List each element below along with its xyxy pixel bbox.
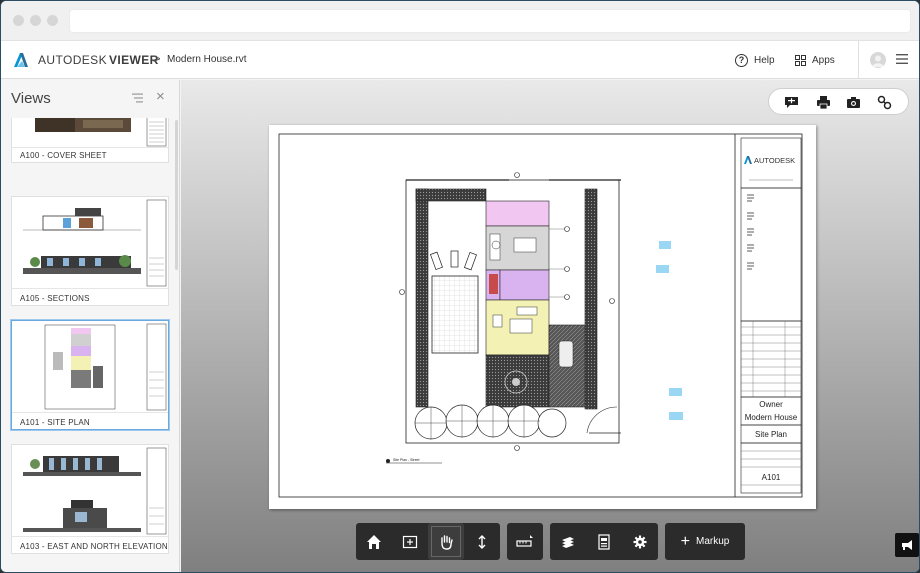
settings-button[interactable] [622,523,658,560]
user-icon [872,55,884,67]
apps-grid-icon [795,54,806,66]
app-window: AUTODESK VIEWER > Modern House.rvt ? Help… [0,0,920,573]
viewer-canvas[interactable]: Site Plan - Street AUTODESK Owner Modern… [181,80,919,572]
layers-icon [562,536,574,548]
view-thumbnail-list: A100 - COVER SHEET A105 - SECTIONS A101 … [1,118,180,572]
feedback-button[interactable] [895,533,919,557]
view-thumbnail [13,198,167,288]
views-title: Views [11,90,51,107]
address-bar[interactable] [69,9,911,33]
measure-button[interactable] [507,523,543,560]
brand-suffix: VIEWER [109,53,159,67]
measure-toolbar [507,523,543,560]
plus-icon: + [680,532,690,550]
navigation-toolbar [356,523,500,560]
camera-icon[interactable] [846,95,861,110]
sidebar-scrollbar[interactable] [175,120,178,270]
plan-caption: Site Plan - Street [393,458,419,462]
view-item-sections[interactable]: A105 - SECTIONS [11,196,169,306]
view-thumbnail [13,118,167,148]
comment-icon[interactable] [784,95,799,110]
fit-view-button[interactable] [392,523,428,560]
window-close-dot[interactable] [13,15,24,26]
hamburger-icon[interactable] [896,53,908,65]
view-thumbnail [13,446,167,536]
apps-label: Apps [812,54,835,66]
layers-button[interactable] [550,523,586,560]
pan-icon [441,534,453,550]
help-label: Help [754,54,775,66]
autodesk-logo [14,53,28,67]
title-block-company: AUTODESK [754,156,795,165]
apps-button[interactable]: Apps [795,52,835,68]
drawing-sheet[interactable]: Site Plan - Street AUTODESK Owner Modern… [269,125,816,509]
header-divider [858,41,859,79]
title-block-sheet-number: A101 [762,473,781,482]
pan-button[interactable] [428,523,464,560]
view-item-label: A103 - EAST AND NORTH ELEVATION [20,542,168,551]
view-item-site-plan[interactable]: A101 - SITE PLAN [11,320,169,430]
title-block-project: Modern House [745,413,798,422]
help-icon: ? [735,53,748,67]
view-item-label: A101 - SITE PLAN [20,418,90,427]
view-item-east-north-elevation[interactable]: A103 - EAST AND NORTH ELEVATION [11,444,169,554]
home-button[interactable] [356,523,392,560]
sheet-tools-pill [768,88,909,115]
window-minimize-dot[interactable] [30,15,41,26]
user-avatar[interactable] [870,52,886,68]
thumbnail-divider [12,536,168,537]
title-block-view-name: Site Plan [755,430,787,439]
markup-label: Markup [695,536,730,547]
browser-bar [1,1,919,41]
thumbnail-divider [12,147,168,148]
view-thumbnail [13,322,167,412]
help-button[interactable]: ? Help [735,52,775,68]
breadcrumb-file-name[interactable]: Modern House.rvt [167,54,246,65]
site-plan-drawing: Site Plan - Street AUTODESK Owner Modern… [278,133,803,498]
settings-icon [633,535,647,548]
print-icon[interactable] [816,95,831,110]
model-toolbar [550,523,658,560]
view-item-label: A100 - COVER SHEET [20,151,107,160]
app-header: AUTODESK VIEWER > Modern House.rvt ? Help… [1,41,919,79]
measure-icon [516,534,533,547]
thumbnail-divider [12,412,168,413]
feedback-icon [902,540,912,550]
zoom-button[interactable] [464,523,500,560]
breadcrumb-separator: > [153,51,161,66]
view-item-cover-sheet[interactable]: A100 - COVER SHEET [11,118,169,163]
thumbnail-divider [12,288,168,289]
zoom-icon [478,534,486,549]
view-item-label: A105 - SECTIONS [20,294,90,303]
markup-button[interactable]: + Markup [665,523,745,560]
brand-name: AUTODESK [38,53,107,67]
properties-icon [598,533,610,550]
fit-view-icon [402,535,418,548]
properties-button[interactable] [586,523,622,560]
home-icon [367,534,381,549]
title-block-owner: Owner [759,400,783,409]
link-icon[interactable] [877,95,892,110]
close-icon[interactable]: × [156,89,165,104]
views-panel: Views × A100 - COVER SHEET A105 - SECTIO… [1,80,180,572]
filter-icon[interactable] [132,93,143,103]
window-zoom-dot[interactable] [47,15,58,26]
app-brand[interactable]: AUTODESK VIEWER [38,53,159,67]
